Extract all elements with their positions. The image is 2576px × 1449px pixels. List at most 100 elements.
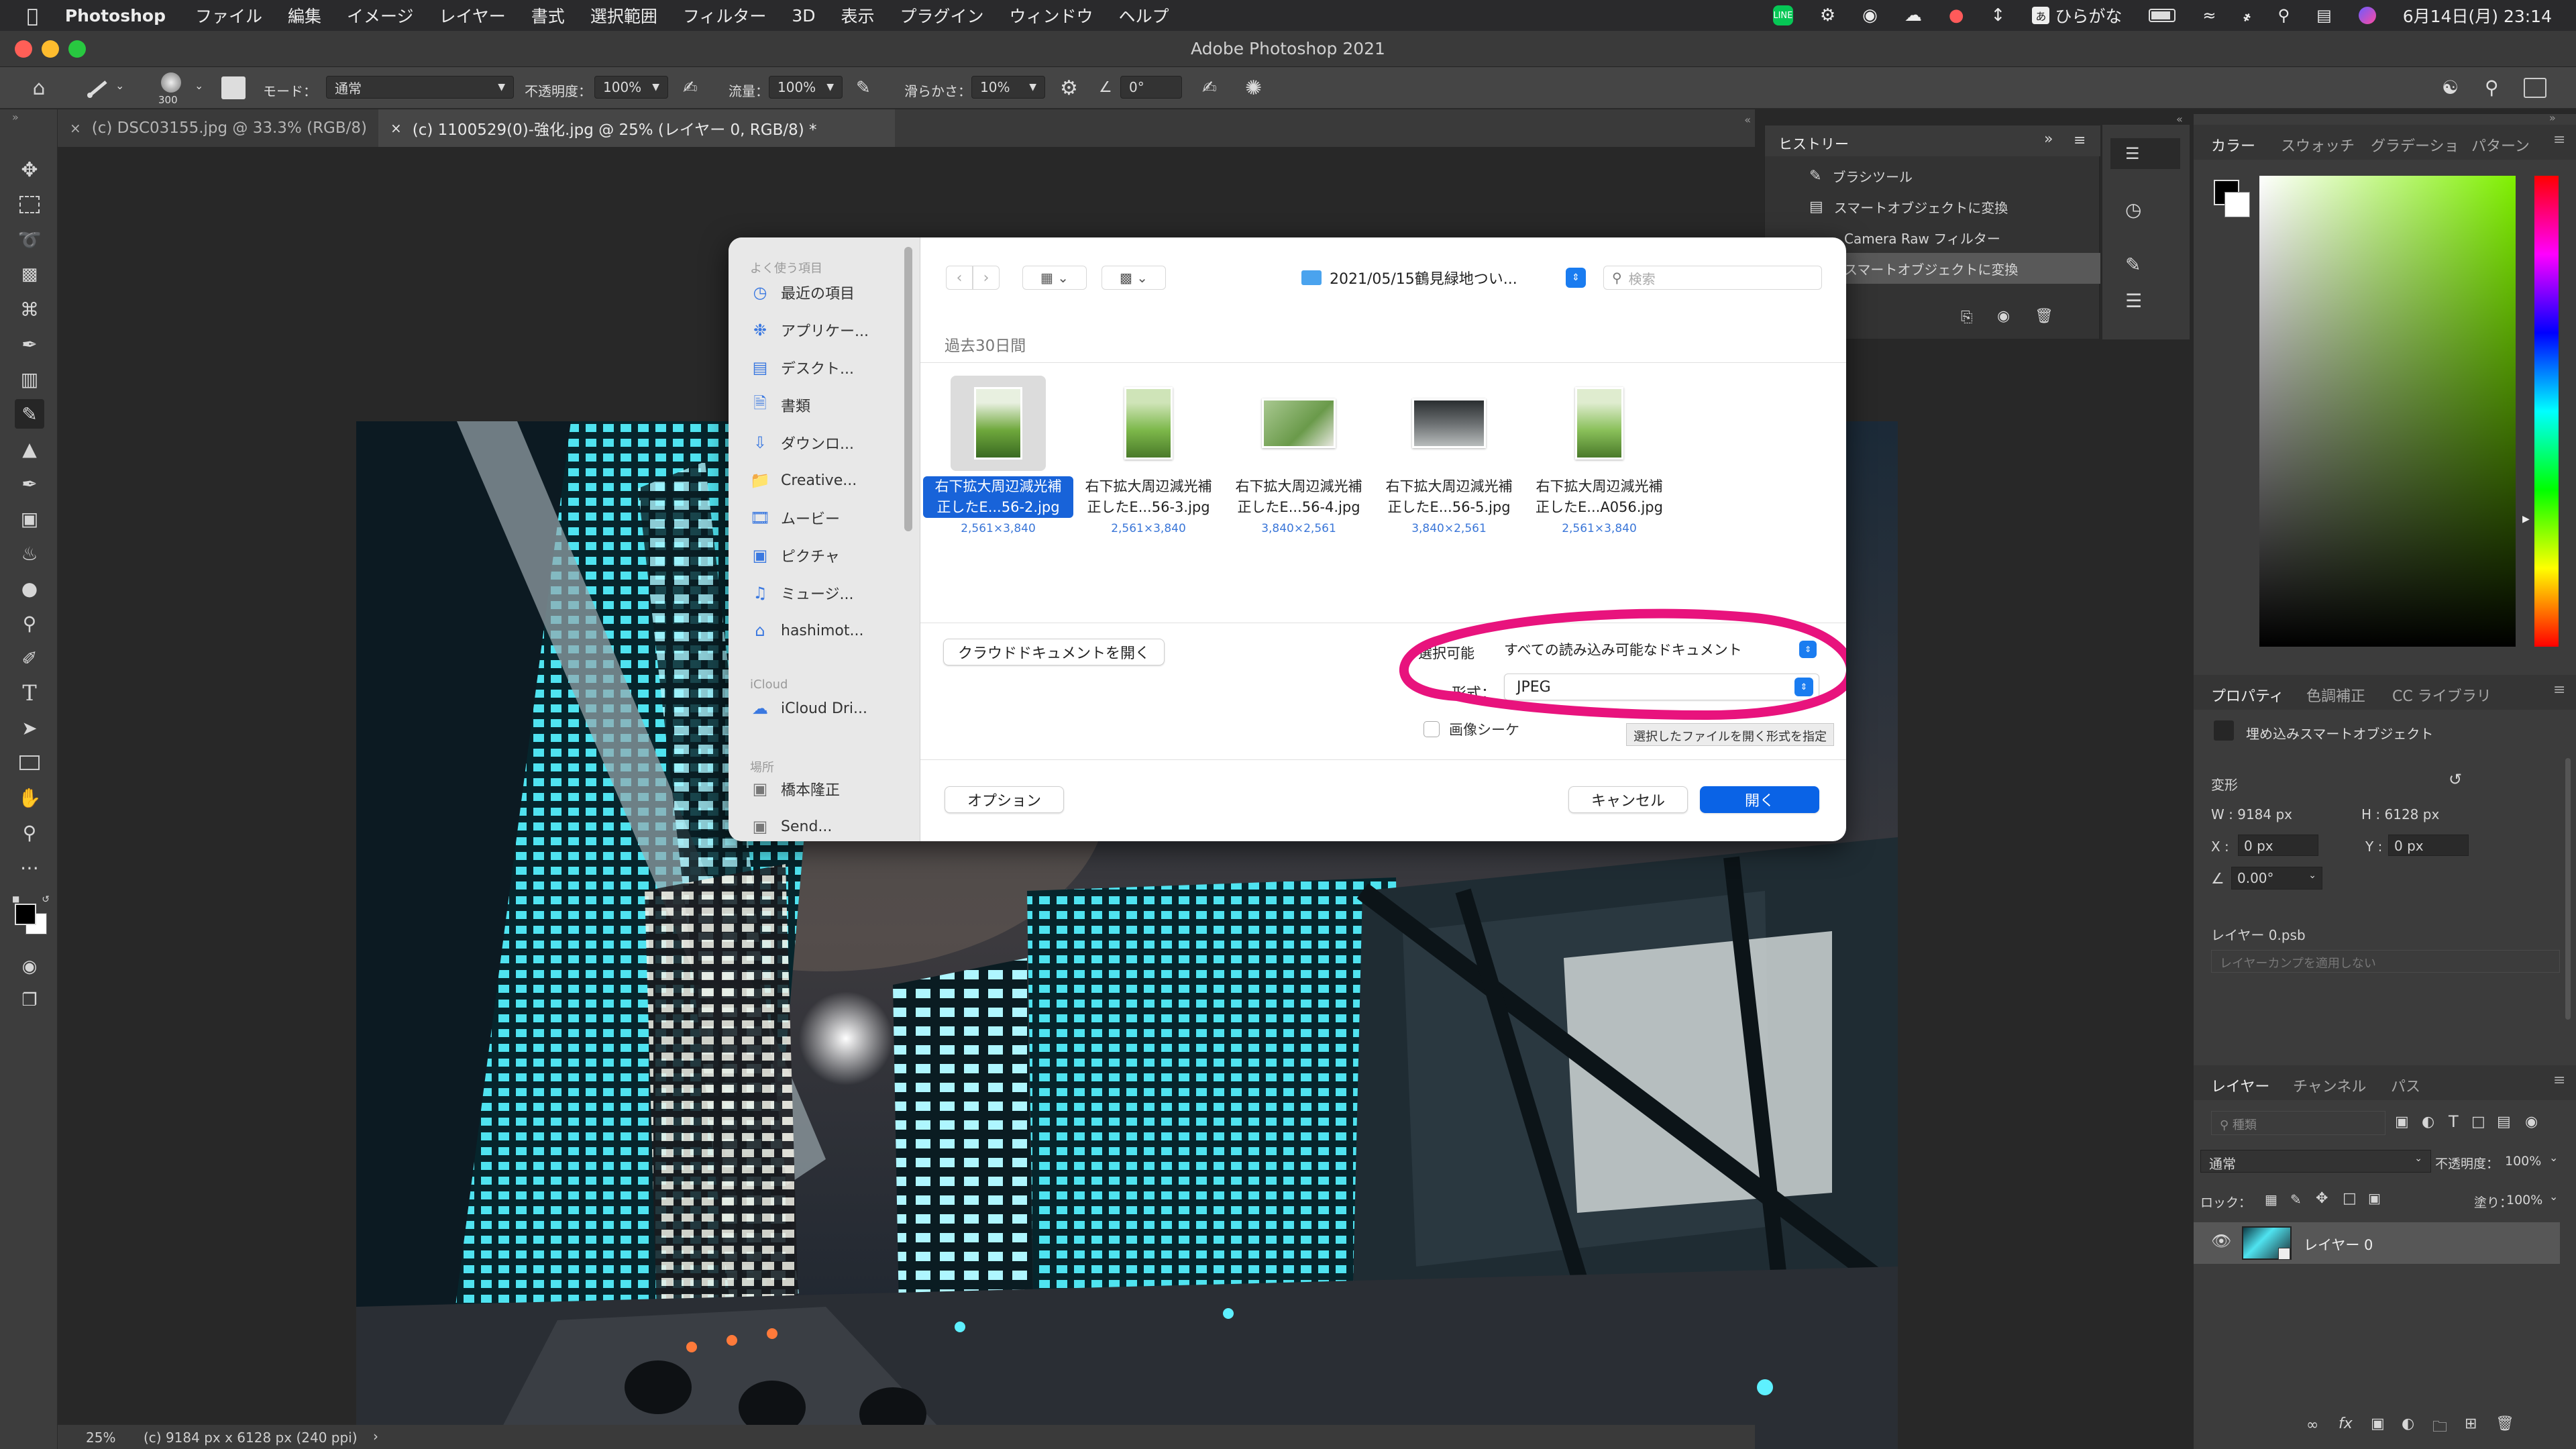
- file-item[interactable]: 右下拡大周辺減光補 正したE...56-5.jpg 3,840×2,561: [1374, 376, 1524, 550]
- background-color-swatch[interactable]: [2224, 192, 2250, 217]
- share-icon[interactable]: ☯: [2442, 76, 2459, 99]
- history-item-1[interactable]: ✎ ブラシツール: [1765, 160, 2100, 191]
- workspace-icon[interactable]: [2524, 78, 2546, 98]
- layer-filter-input[interactable]: ⚲ 種類: [2211, 1111, 2385, 1135]
- file-thumbnail[interactable]: [1552, 376, 1647, 471]
- group-icon[interactable]: 🗀: [2432, 1415, 2447, 1441]
- tab-document-1[interactable]: × (c) DSC03155.jpg @ 33.3% (RGB/8): [58, 109, 378, 147]
- forward-button[interactable]: ›: [973, 266, 1000, 290]
- layer-comp-select[interactable]: レイヤーカンプを適用しない: [2211, 950, 2560, 973]
- airbrush-icon[interactable]: ✎: [856, 78, 871, 98]
- fill-value[interactable]: 100%: [2506, 1193, 2542, 1208]
- tab-swatches[interactable]: スウォッチ: [2281, 134, 2355, 156]
- file-thumbnail[interactable]: [1401, 376, 1497, 471]
- object-select-tool-icon[interactable]: ▩: [15, 260, 44, 289]
- color-swatches[interactable]: ■ ↺: [12, 894, 50, 937]
- type-tool-icon[interactable]: T: [15, 678, 44, 708]
- home-icon[interactable]: ⌂: [27, 76, 51, 100]
- checkbox-box[interactable]: [1424, 721, 1440, 737]
- menu-type[interactable]: 書式: [531, 3, 565, 28]
- history-item-2[interactable]: ▤ スマートオブジェクトに変換: [1765, 191, 2100, 222]
- open-cloud-document-button[interactable]: クラウドドキュメントを開く: [943, 639, 1165, 665]
- adjustments-icon[interactable]: ☰: [2125, 290, 2142, 312]
- lasso-tool-icon[interactable]: ➰: [15, 225, 44, 254]
- menu-filter[interactable]: フィルター: [683, 3, 767, 28]
- sidebar-item-computer[interactable]: ▣ 橋本隆正: [750, 775, 840, 802]
- layer-opacity-value[interactable]: 100%: [2505, 1154, 2541, 1169]
- sidebar-item-icloud-drive[interactable]: ☁ iCloud Dri...: [750, 695, 867, 722]
- menu-plugins[interactable]: プラグイン: [900, 3, 984, 28]
- filter-image-icon[interactable]: ▣: [2395, 1114, 2409, 1130]
- history-panel-icon[interactable]: ☰: [2110, 138, 2180, 169]
- chevron-down-icon[interactable]: ⌄: [2549, 1151, 2558, 1164]
- sidebar-item-recents[interactable]: ◷ 最近の項目: [750, 279, 855, 306]
- options-button[interactable]: オプション: [945, 786, 1064, 813]
- collapse-icon[interactable]: «: [2176, 113, 2183, 125]
- input-method-indicator[interactable]: あ ひらがな: [2032, 3, 2122, 28]
- blur-tool-icon[interactable]: ●: [15, 574, 44, 603]
- tab-adjustments[interactable]: 色調補正: [2306, 684, 2365, 706]
- brush-tool-icon[interactable]: [86, 79, 113, 98]
- layer-row[interactable]: 👁 レイヤー 0: [2194, 1222, 2560, 1264]
- lock-artboard-icon[interactable]: □: [2343, 1190, 2357, 1207]
- healing-brush-tool-icon[interactable]: ▥: [15, 364, 44, 394]
- lock-pixels-icon[interactable]: ▦: [2265, 1191, 2277, 1208]
- lock-move-icon[interactable]: ✥: [2316, 1190, 2328, 1207]
- file-item[interactable]: 右下拡大周辺減光補 正したE...56-3.jpg 2,561×3,840: [1073, 376, 1224, 550]
- panel-menu-icon[interactable]: ≡: [2074, 132, 2086, 149]
- camera-icon[interactable]: ◉: [1997, 308, 2010, 325]
- chevron-down-icon[interactable]: ⌄: [195, 79, 203, 92]
- search-icon[interactable]: ⚲: [2278, 6, 2290, 25]
- menu-3d[interactable]: 3D: [792, 6, 815, 25]
- sidebar-item-movies[interactable]: 🎞 ムービー: [750, 504, 840, 531]
- search-icon[interactable]: ⚲: [2485, 76, 2499, 99]
- collapse-icon[interactable]: »: [2044, 131, 2053, 148]
- status-icon[interactable]: ⚙: [1820, 5, 1835, 25]
- sidebar-item-home[interactable]: ⌂ hashimot...: [750, 617, 863, 644]
- line-icon[interactable]: LINE: [1772, 5, 1793, 25]
- menu-window[interactable]: ウィンドウ: [1010, 3, 1093, 28]
- new-layer-icon[interactable]: ⊞: [2465, 1415, 2477, 1432]
- sidebar-item-desktop[interactable]: ▤ デスクト...: [750, 354, 854, 381]
- y-field[interactable]: 0 px: [2388, 835, 2469, 856]
- blend-mode-select[interactable]: 通常 ⌄: [2200, 1150, 2431, 1173]
- rectangle-tool-icon[interactable]: [15, 748, 44, 777]
- menu-edit[interactable]: 編集: [288, 3, 321, 28]
- group-mode-button[interactable]: ▩ ⌄: [1102, 266, 1166, 290]
- record-icon[interactable]: ◉: [1862, 5, 1878, 25]
- pressure-opacity-icon[interactable]: ✍: [683, 78, 698, 98]
- layer-mask-icon[interactable]: ▣: [2371, 1415, 2385, 1432]
- history-clock-icon[interactable]: ◷: [2125, 199, 2141, 221]
- tab-gradients[interactable]: グラデーショ: [2371, 134, 2459, 156]
- color-picker-field[interactable]: [2259, 176, 2516, 647]
- apple-icon[interactable]: : [27, 5, 38, 27]
- notification-icon[interactable]: ●: [1949, 5, 1964, 25]
- eraser-tool-icon[interactable]: ▣: [15, 504, 44, 533]
- trash-icon[interactable]: 🗑: [2496, 1415, 2514, 1432]
- file-item[interactable]: 右下拡大周辺減光補 正したE...A056.jpg 2,561×3,840: [1524, 376, 1674, 550]
- move-tool-icon[interactable]: ✥: [15, 155, 44, 184]
- image-sequence-checkbox[interactable]: 画像シーケ: [1424, 719, 1519, 739]
- history-panel-title[interactable]: ヒストリー: [1778, 133, 1849, 154]
- close-icon[interactable]: ×: [390, 120, 402, 136]
- panel-menu-icon[interactable]: ≡: [2553, 131, 2565, 148]
- tab-paths[interactable]: パス: [2391, 1075, 2420, 1096]
- brush-settings-icon[interactable]: ✎: [2125, 254, 2141, 276]
- gear-icon[interactable]: ⚙: [1060, 76, 1078, 100]
- tab-patterns[interactable]: パターン: [2471, 134, 2530, 156]
- document-info[interactable]: (c) 9184 px x 6128 px (240 ppi): [144, 1430, 358, 1446]
- adjustment-layer-icon[interactable]: ◐: [2402, 1415, 2414, 1432]
- foreground-color-swatch[interactable]: [15, 904, 36, 925]
- screen-mode-icon[interactable]: ❐: [15, 985, 44, 1015]
- tab-properties[interactable]: プロパティ: [2211, 684, 2284, 706]
- filter-type-icon[interactable]: T: [2449, 1112, 2459, 1131]
- filter-shape-icon[interactable]: □: [2471, 1114, 2485, 1130]
- panel-menu-icon[interactable]: ≡: [2553, 1072, 2565, 1089]
- default-colors-icon[interactable]: ■: [12, 894, 19, 904]
- hand-tool-icon[interactable]: ✋: [15, 783, 44, 812]
- chevron-down-icon[interactable]: ⌄: [2549, 1190, 2558, 1203]
- paint-bucket-tool-icon[interactable]: ♨: [15, 539, 44, 568]
- filter-smart-icon[interactable]: ▤: [2497, 1114, 2511, 1130]
- tab-channels[interactable]: チャンネル: [2293, 1075, 2366, 1096]
- smoothing-field[interactable]: 10% ▼: [971, 76, 1045, 99]
